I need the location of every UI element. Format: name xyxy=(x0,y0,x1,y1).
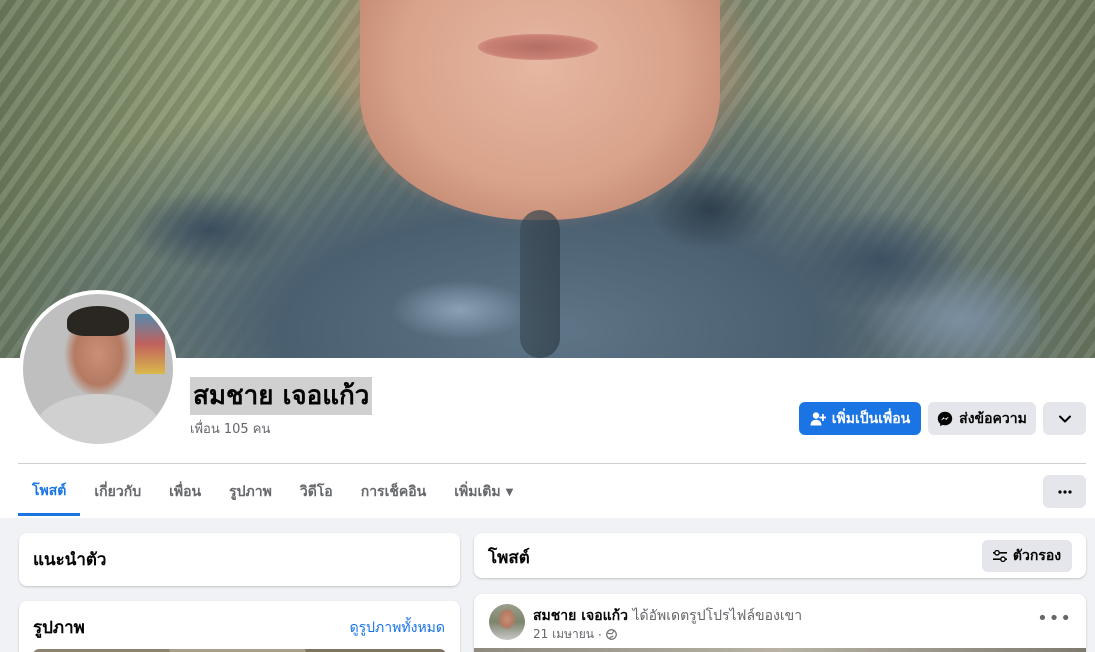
intro-title: แนะนำตัว xyxy=(33,550,107,570)
tab-more[interactable]: เพิ่มเติม ▼ xyxy=(440,468,527,516)
post-image[interactable] xyxy=(474,648,1086,652)
tab-checkins[interactable]: การเช็คอิน xyxy=(347,468,441,516)
tabs-more-button[interactable] xyxy=(1043,475,1086,508)
profile-tabs: โพสต์ เกี่ยวกับ เพื่อน รูปภาพ วิดีโอ การ… xyxy=(18,468,527,518)
intro-card: แนะนำตัว xyxy=(19,533,460,586)
messenger-icon xyxy=(937,411,953,427)
more-options-button[interactable] xyxy=(1043,402,1086,435)
add-friend-icon xyxy=(810,411,826,427)
message-label: ส่งข้อความ xyxy=(959,410,1027,427)
caret-down-icon: ▼ xyxy=(505,486,514,498)
filter-button[interactable]: ตัวกรอง xyxy=(982,540,1072,572)
profile-avatar[interactable] xyxy=(19,290,177,448)
posts-header-card: โพสต์ ตัวกรอง xyxy=(474,533,1086,578)
globe-icon xyxy=(605,629,617,640)
post-header: สมชาย เจอแก้ว ได้อัพเดตรูปโปรไฟล์ของเขา xyxy=(533,605,802,627)
post-action-text: ได้อัพเดตรูปโปรไฟล์ของเขา xyxy=(632,608,803,624)
message-button[interactable]: ส่งข้อความ xyxy=(928,402,1036,435)
profile-name: สมชาย เจอแก้ว xyxy=(190,377,373,415)
filter-label: ตัวกรอง xyxy=(1012,548,1062,564)
photos-title: รูปภาพ xyxy=(33,618,85,638)
posts-title: โพสต์ xyxy=(488,548,530,568)
more-dots-icon xyxy=(1057,489,1072,494)
tab-friends[interactable]: เพื่อน xyxy=(155,468,215,516)
post-card: สมชาย เจอแก้ว ได้อัพเดตรูปโปรไฟล์ของเขา … xyxy=(474,594,1086,652)
tab-about[interactable]: เกี่ยวกับ xyxy=(80,468,155,516)
profile-page: สมชาย เจอแก้ว เพื่อน 105 คน เพิ่มเป็นเพื… xyxy=(0,0,1095,652)
post-author-avatar[interactable] xyxy=(489,604,525,640)
photos-card: รูปภาพ ดูรูปภาพทั้งหมด xyxy=(19,601,460,652)
post-date[interactable]: 21 เมษายน xyxy=(533,625,594,644)
add-friend-button[interactable]: เพิ่มเป็นเพื่อน xyxy=(799,402,921,435)
filter-icon xyxy=(992,550,1007,562)
see-all-photos-link[interactable]: ดูรูปภาพทั้งหมด xyxy=(350,617,445,639)
header-divider xyxy=(18,463,1086,464)
chevron-down-icon xyxy=(1058,415,1071,423)
tab-photos[interactable]: รูปภาพ xyxy=(215,468,286,516)
post-meta: 21 เมษายน · xyxy=(533,625,617,644)
friend-count[interactable]: เพื่อน 105 คน xyxy=(190,418,270,439)
post-options-icon[interactable]: ••• xyxy=(1037,608,1072,629)
add-friend-label: เพิ่มเป็นเพื่อน xyxy=(831,410,911,427)
tab-videos[interactable]: วิดีโอ xyxy=(286,468,347,516)
post-author-name[interactable]: สมชาย เจอแก้ว xyxy=(533,608,628,624)
cover-photo[interactable] xyxy=(0,0,1095,358)
tab-posts[interactable]: โพสต์ xyxy=(18,468,81,516)
